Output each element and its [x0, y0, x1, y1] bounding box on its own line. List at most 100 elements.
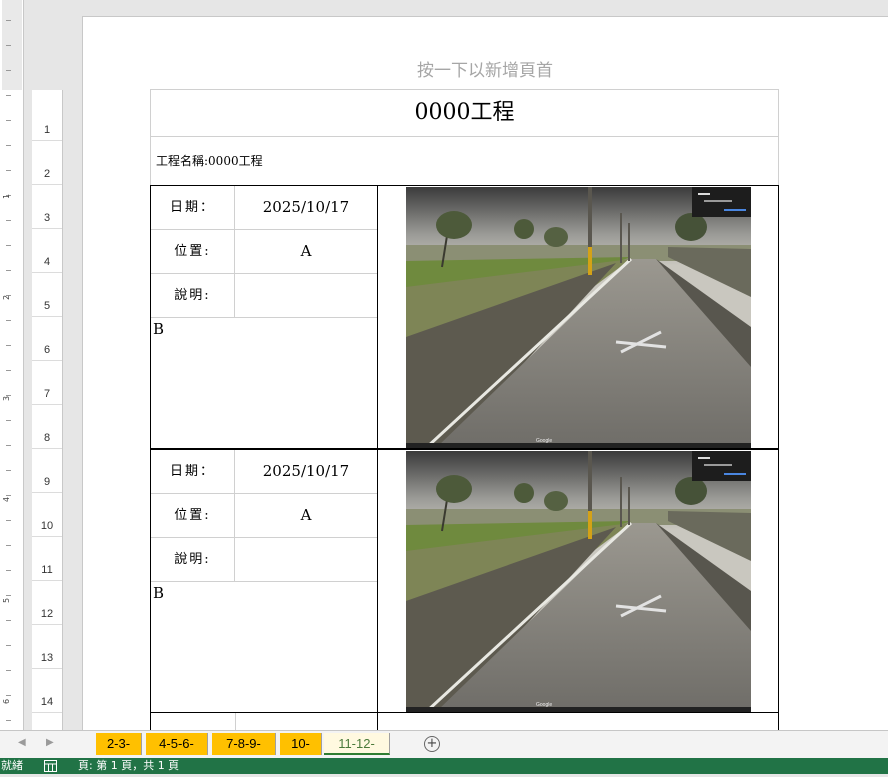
location-value[interactable]: A: [235, 494, 377, 537]
date-value[interactable]: 2025/10/17: [235, 186, 377, 229]
ruler-number: 1: [2, 193, 12, 200]
ruler-number: 2: [2, 294, 12, 301]
date-label: 日期：: [151, 186, 235, 229]
note-row: 說明:: [151, 274, 377, 318]
row-divider: [32, 140, 62, 141]
row-divider: [32, 404, 62, 405]
sheet-tab[interactable]: 4-5-6-: [146, 733, 208, 755]
row-number[interactable]: 6: [32, 344, 62, 356]
row-divider: [32, 492, 62, 493]
row-number[interactable]: 10: [32, 520, 62, 532]
note-row: 說明:: [151, 538, 377, 582]
row-divider: [32, 228, 62, 229]
cell-divider: [235, 713, 236, 731]
location-label: 位置:: [151, 230, 235, 273]
ruler-tick: [6, 220, 11, 221]
description-text[interactable]: B: [153, 320, 164, 338]
ruler-number: 6: [2, 698, 12, 705]
project-name-line: 工程名稱:0000工程: [150, 137, 779, 185]
row-number[interactable]: 8: [32, 432, 62, 444]
row-number[interactable]: 7: [32, 388, 62, 400]
sheet-tab-active[interactable]: 11-12-: [324, 733, 390, 755]
column-divider: [377, 713, 378, 731]
row-divider: [32, 360, 62, 361]
row-number[interactable]: 2: [32, 168, 62, 180]
ruler-tick: [6, 70, 11, 71]
row-header-column: 1 2 3 4 5 6 7 8 9 10 11 12 13 14: [32, 90, 63, 730]
date-row: 日期： 2025/10/17: [151, 450, 377, 494]
row-number[interactable]: 5: [32, 300, 62, 312]
record-info-column: 日期： 2025/10/17 位置: A 說明: B: [151, 186, 378, 448]
street-view-photo[interactable]: Google: [406, 187, 751, 448]
ruler-number: 4: [2, 496, 12, 503]
row-divider: [32, 448, 62, 449]
row-divider: [32, 184, 62, 185]
date-row: 日期： 2025/10/17: [151, 186, 377, 230]
ruler-tick: [6, 595, 11, 596]
ruler-tick: [6, 95, 11, 96]
ruler-tick: [6, 670, 11, 671]
note-value[interactable]: [235, 538, 377, 581]
ruler-tick: [6, 170, 11, 171]
ruler-tick: [6, 520, 11, 521]
ruler-tick: [6, 345, 11, 346]
ruler-tick: [6, 720, 11, 721]
date-label: 日期：: [151, 450, 235, 493]
row-divider: [32, 536, 62, 537]
row-number[interactable]: 4: [32, 256, 62, 268]
note-label: 說明:: [151, 538, 235, 581]
ruler-tick: [6, 495, 11, 496]
ready-status: 就緒: [1, 759, 23, 772]
record-block: 日期： 2025/10/17 位置: A 說明: B Google: [150, 185, 779, 449]
sheet-tab[interactable]: 2-3-: [96, 733, 142, 755]
prev-sheet-arrow-icon[interactable]: ◀: [18, 737, 26, 748]
page-view-icon[interactable]: [44, 760, 57, 777]
row-divider: [32, 272, 62, 273]
ruler-tick: [6, 470, 11, 471]
ruler-tick: [6, 320, 11, 321]
ruler-tick: [6, 570, 11, 571]
ruler-tick: [6, 245, 11, 246]
project-title: 0000工程: [150, 89, 779, 137]
next-sheet-arrow-icon[interactable]: ▶: [46, 737, 54, 748]
vertical-ruler: 1 2 3 4 5 6: [0, 0, 24, 730]
note-value[interactable]: [235, 274, 377, 317]
ruler-margin-shade: [2, 0, 22, 90]
ruler-number: 3: [2, 395, 12, 402]
status-bar: 就緒 頁: 第 1 頁，共 1 頁: [0, 758, 888, 774]
location-row: 位置: A: [151, 494, 377, 538]
sheet-tab[interactable]: 10-: [280, 733, 322, 755]
row-number[interactable]: 14: [32, 696, 62, 708]
row-number[interactable]: 11: [32, 564, 62, 576]
row-number[interactable]: 3: [32, 212, 62, 224]
ruler-tick: [6, 695, 11, 696]
header-placeholder[interactable]: 按一下以新增頁首: [82, 56, 888, 81]
location-value[interactable]: A: [235, 230, 377, 273]
location-label: 位置:: [151, 494, 235, 537]
row-divider: [32, 580, 62, 581]
ruler-tick: [6, 645, 11, 646]
row-number[interactable]: 9: [32, 476, 62, 488]
note-label: 說明:: [151, 274, 235, 317]
record-block: 日期： 2025/10/17 位置: A 說明: B Google: [150, 449, 779, 713]
ruler-tick: [6, 445, 11, 446]
street-view-photo[interactable]: Google: [406, 451, 751, 712]
row-divider: [32, 668, 62, 669]
ruler-tick: [6, 545, 11, 546]
add-sheet-icon[interactable]: +: [424, 736, 440, 752]
ruler-tick: [6, 120, 11, 121]
ruler-tick: [6, 20, 11, 21]
ruler-tick: [6, 270, 11, 271]
row-number[interactable]: 1: [32, 124, 62, 136]
ruler-tick: [6, 145, 11, 146]
row-divider: [32, 624, 62, 625]
description-text[interactable]: B: [153, 584, 164, 602]
record-info-column: 日期： 2025/10/17 位置: A 說明: B: [151, 450, 378, 712]
ruler-tick: [6, 420, 11, 421]
sheet-tab[interactable]: 7-8-9-: [212, 733, 276, 755]
row-number[interactable]: 12: [32, 608, 62, 620]
ruler-number: 5: [2, 597, 12, 604]
sheet-tab-bar: ◀ ▶ 2-3- 4-5-6- 7-8-9- 10- 11-12- +: [0, 730, 888, 758]
row-number[interactable]: 13: [32, 652, 62, 664]
date-value[interactable]: 2025/10/17: [235, 450, 377, 493]
